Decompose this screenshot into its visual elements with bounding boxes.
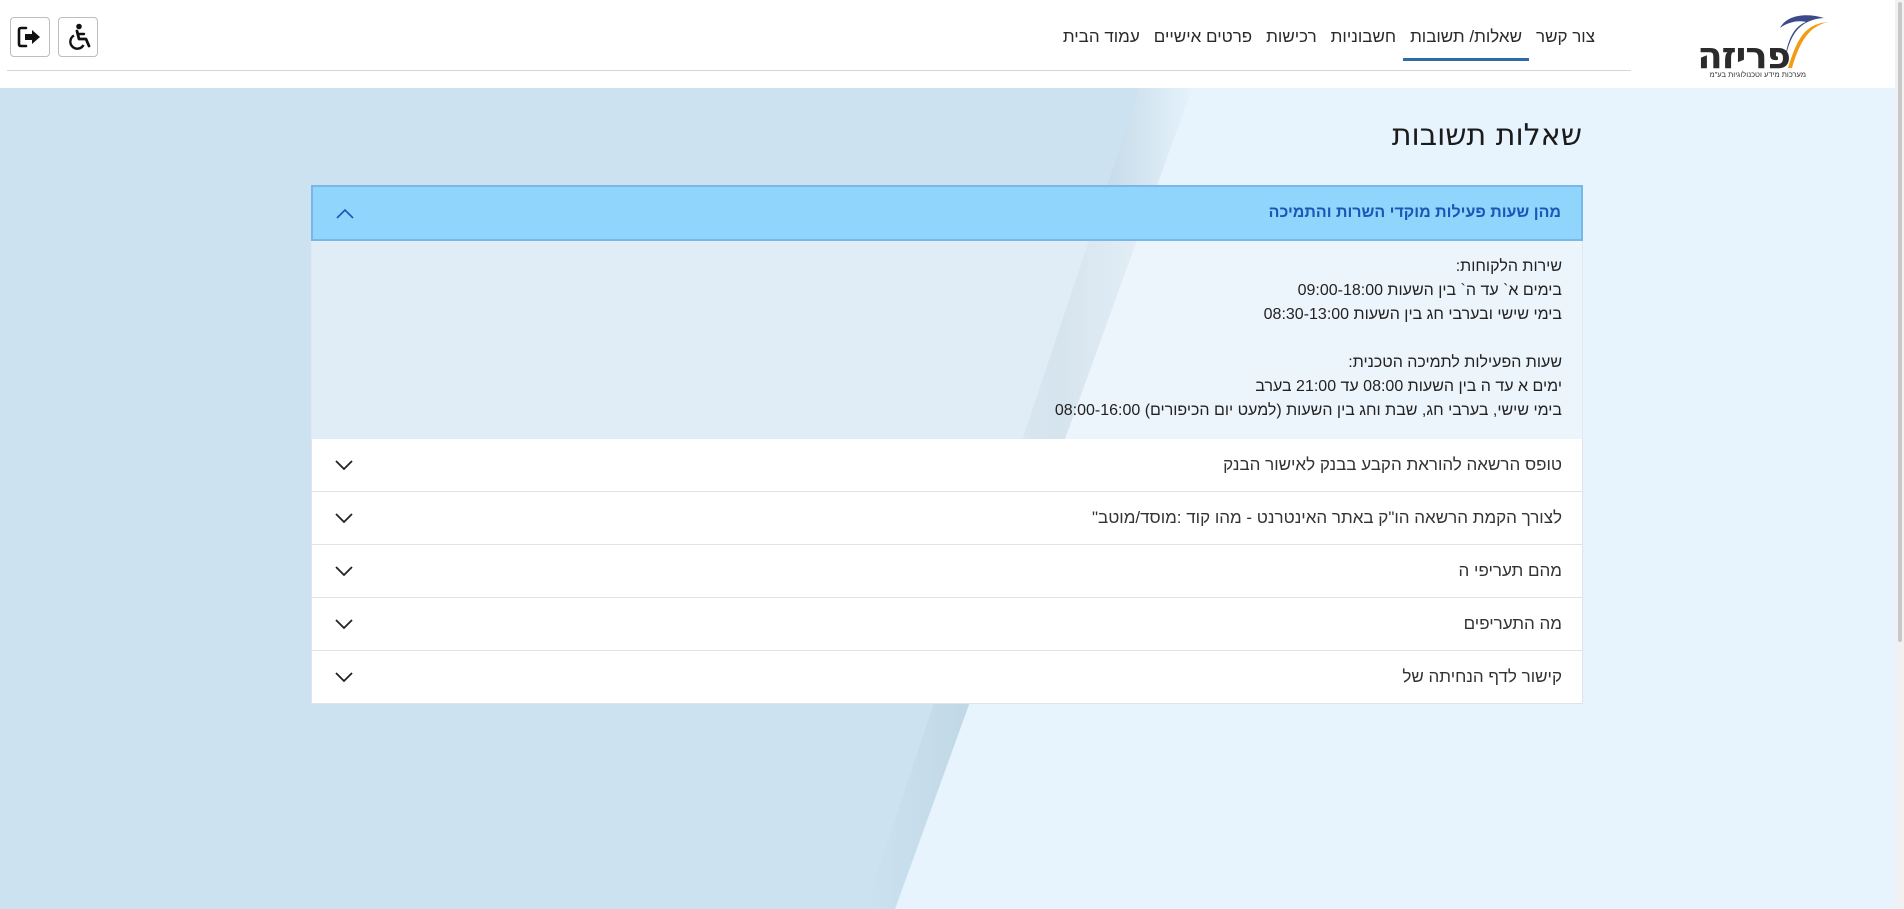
top-header: פריזה מערכות מידע וטכנולוגיות בע"מ עמוד … (0, 0, 1904, 88)
faq-question: קישור לדף הנחיתה של (1402, 667, 1562, 686)
faq-accordion: מהן שעות פעילות מוקדי השרות והתמיכה שירו… (311, 185, 1583, 704)
answer-line: בימי שישי ובערבי חג בין השעות 08:30-13:0… (1263, 306, 1562, 323)
nav-personal-details[interactable]: פרטים אישיים (1147, 24, 1259, 61)
nav-contact[interactable]: צור קשר (1529, 24, 1602, 61)
chevron-down-icon (335, 672, 353, 683)
nav-purchases[interactable]: רכישות (1259, 24, 1324, 61)
faq-question: מהם תעריפי ה (1458, 561, 1562, 580)
faq-item-open-header[interactable]: מהן שעות פעילות מוקדי השרות והתמיכה (311, 185, 1583, 241)
brand-subtitle: מערכות מידע וטכנולוגיות בע"מ (1709, 70, 1806, 79)
wheelchair-icon (69, 23, 91, 50)
faq-answer: שירות הלקוחות: בימים א` עד ה` בין השעות … (311, 241, 1583, 439)
nav-invoices[interactable]: חשבוניות (1324, 24, 1403, 61)
faq-item[interactable]: מה התעריפים (311, 598, 1583, 651)
chevron-down-icon (335, 566, 353, 577)
nav-divider (7, 70, 1631, 71)
chevron-down-icon (335, 513, 353, 524)
answer-line (332, 327, 1562, 351)
answer-line: בימי שישי, בערבי חג, שבת וחג בין השעות (… (1054, 402, 1562, 419)
logout-button[interactable] (10, 17, 50, 57)
accessibility-button[interactable] (58, 17, 98, 57)
chevron-down-icon (335, 460, 353, 471)
answer-line: בימים א` עד ה` בין השעות 09:00-18:00 (1297, 282, 1562, 299)
faq-question: לצורך הקמת הרשאה הו"ק באתר האינטרנט - מה… (1092, 508, 1562, 527)
brand-logo[interactable]: פריזה מערכות מידע וטכנולוגיות בע"מ (1692, 6, 1828, 80)
chevron-up-icon (336, 208, 354, 219)
nav-home[interactable]: עמוד הבית (1056, 24, 1147, 61)
answer-line: ימים א עד ה בין השעות 08:00 עד 21:00 בער… (1255, 378, 1562, 395)
faq-item[interactable]: טופס הרשאה להוראת הקבע בבנק לאישור הבנק (311, 439, 1583, 492)
faq-item[interactable]: קישור לדף הנחיתה של (311, 651, 1583, 704)
faq-question: מהן שעות פעילות מוקדי השרות והתמיכה (1268, 204, 1561, 221)
main-nav: עמוד הבית פרטים אישיים רכישות חשבוניות ש… (1056, 24, 1602, 61)
faq-question: מה התעריפים (1463, 614, 1562, 633)
faq-item[interactable]: לצורך הקמת הרשאה הו"ק באתר האינטרנט - מה… (311, 492, 1583, 545)
answer-line: שירות הלקוחות: (1455, 258, 1562, 275)
scrollbar-thumb[interactable] (1898, 2, 1902, 642)
answer-line: שעות הפעילות לתמיכה הטכנית: (1348, 354, 1562, 371)
faq-question: טופס הרשאה להוראת הקבע בבנק לאישור הבנק (1223, 455, 1562, 474)
chevron-down-icon (335, 619, 353, 630)
logout-icon (17, 26, 40, 48)
nav-faq[interactable]: שאלות/ תשובות (1403, 24, 1529, 61)
faq-item[interactable]: מהם תעריפי ה (311, 545, 1583, 598)
page-title: שאלות תשובות (1391, 118, 1582, 153)
